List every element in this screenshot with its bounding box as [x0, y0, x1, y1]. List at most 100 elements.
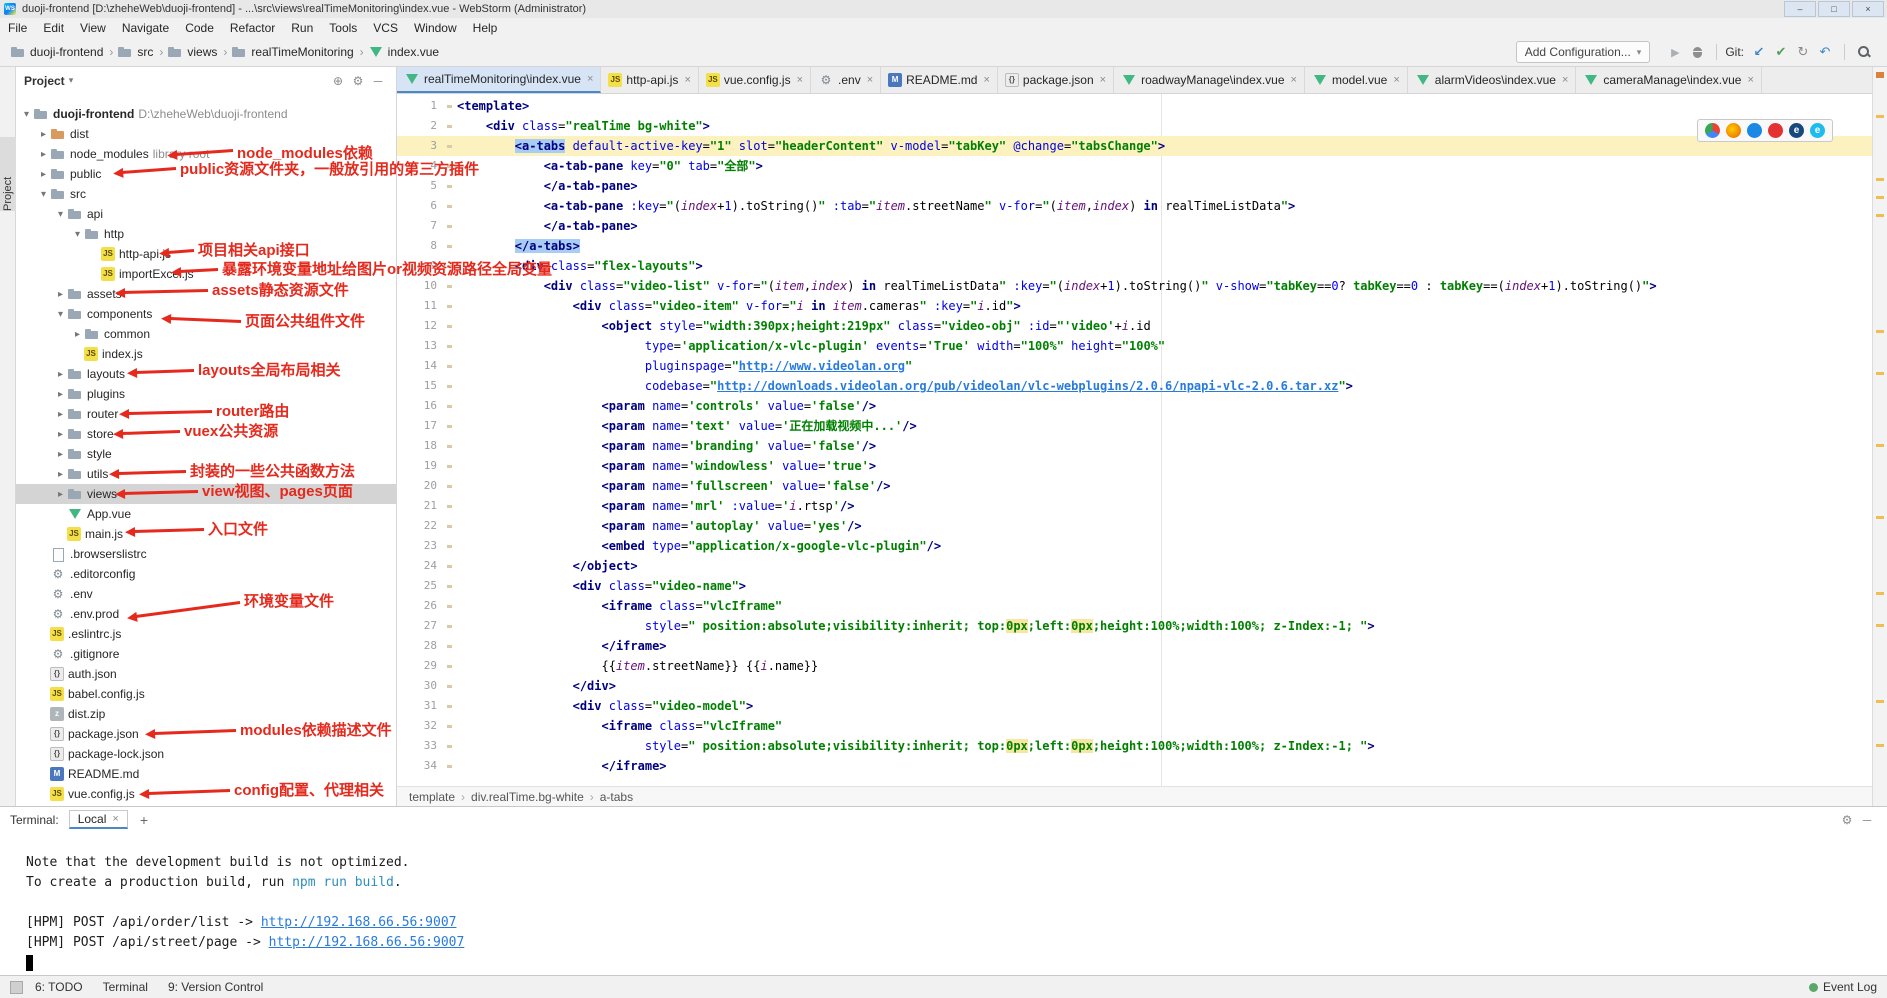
error-stripe-mark[interactable] [1876, 624, 1884, 627]
tool-window-button-project[interactable]: Project [0, 137, 16, 211]
close-tab-icon[interactable]: × [1562, 74, 1568, 86]
tree-expand-arrow-icon[interactable]: ▾ [37, 189, 50, 200]
tree-item-app-vue[interactable]: App.vue [16, 504, 396, 524]
error-stripe-mark[interactable] [1876, 516, 1884, 519]
tree-expand-arrow-icon[interactable]: ▸ [71, 329, 84, 340]
terminal-link[interactable]: http://192.168.66.56:9007 [261, 915, 457, 930]
error-stripe-mark[interactable] [1876, 744, 1884, 747]
error-stripe-mark[interactable] [1876, 444, 1884, 447]
settings-gear-icon[interactable]: ⚙ [348, 74, 368, 88]
editor-tab-alarmvideos-index-vue[interactable]: alarmVideos\index.vue× [1408, 67, 1577, 93]
menu-refactor[interactable]: Refactor [222, 18, 283, 38]
nav-crumb-index-vue[interactable]: index.vue [368, 44, 439, 60]
tree-expand-arrow-icon[interactable]: ▾ [20, 109, 33, 120]
menu-edit[interactable]: Edit [35, 18, 72, 38]
event-log-button[interactable]: Event Log [1809, 980, 1877, 994]
tree-expand-arrow-icon[interactable]: ▸ [37, 169, 50, 180]
firefox-icon[interactable] [1726, 123, 1741, 138]
tree-expand-arrow-icon[interactable]: ▸ [54, 489, 67, 500]
editor-tab-roadwaymanage-index-vue[interactable]: roadwayManage\index.vue× [1114, 67, 1305, 93]
tree-item-browserslistrc[interactable]: .browserslistrc [16, 544, 396, 564]
tree-item-env[interactable]: ⚙.env [16, 584, 396, 604]
code-editor[interactable]: 1<template>2 <div class="realTime bg-whi… [397, 94, 1872, 786]
tool-window-switcher-icon[interactable] [10, 981, 23, 994]
nav-crumb-views[interactable]: views [167, 44, 217, 60]
tree-expand-arrow-icon[interactable]: ▸ [37, 129, 50, 140]
tree-item-api[interactable]: ▾api [16, 204, 396, 224]
close-tab-icon[interactable]: × [867, 74, 873, 86]
nav-crumb-realtimemonitoring[interactable]: realTimeMonitoring [231, 44, 353, 60]
tree-item-plugins[interactable]: ▸plugins [16, 384, 396, 404]
tree-item-babel-config-js[interactable]: JSbabel.config.js [16, 684, 396, 704]
error-stripe-mark[interactable] [1876, 196, 1884, 199]
edge-icon[interactable]: e [1789, 123, 1804, 138]
git-history-icon[interactable]: ↻ [1792, 41, 1814, 63]
opera-icon[interactable] [1768, 123, 1783, 138]
error-stripe-mark[interactable] [1876, 372, 1884, 375]
close-tab-icon[interactable]: × [587, 73, 593, 85]
tree-expand-arrow-icon[interactable]: ▾ [54, 309, 67, 320]
tree-item-auth-json[interactable]: {}auth.json [16, 664, 396, 684]
error-stripe-mark[interactable] [1876, 700, 1884, 703]
status-item-6-todo[interactable]: 6: TODO [35, 980, 83, 994]
close-button[interactable]: × [1852, 1, 1884, 17]
close-tab-icon[interactable]: × [1100, 74, 1106, 86]
editor-crumb-div-realtime-bg-white[interactable]: div.realTime.bg-white [471, 790, 584, 804]
menu-help[interactable]: Help [465, 18, 506, 38]
editor-tab-http-api-js[interactable]: JShttp-api.js× [601, 67, 698, 93]
search-everywhere-icon[interactable] [1853, 41, 1875, 63]
menu-tools[interactable]: Tools [321, 18, 365, 38]
menu-run[interactable]: Run [283, 18, 321, 38]
tree-item-editorconfig[interactable]: ⚙.editorconfig [16, 564, 396, 584]
error-stripe-mark[interactable] [1876, 178, 1884, 181]
close-tab-icon[interactable]: × [684, 74, 690, 86]
hide-panel-icon[interactable]: ─ [368, 74, 388, 88]
tree-item-src[interactable]: ▾src [16, 184, 396, 204]
tree-expand-arrow-icon[interactable]: ▸ [54, 429, 67, 440]
tree-expand-arrow-icon[interactable]: ▸ [54, 469, 67, 480]
safari-icon[interactable] [1747, 123, 1762, 138]
close-tab-icon[interactable]: × [983, 74, 989, 86]
chrome-icon[interactable] [1705, 123, 1720, 138]
menu-navigate[interactable]: Navigate [114, 18, 177, 38]
close-terminal-tab-icon[interactable]: × [112, 813, 118, 825]
editor-crumb-a-tabs[interactable]: a-tabs [600, 790, 633, 804]
tree-expand-arrow-icon[interactable]: ▸ [54, 449, 67, 460]
close-tab-icon[interactable]: × [1393, 74, 1399, 86]
git-update-icon[interactable]: ↙ [1748, 41, 1770, 63]
tree-expand-arrow-icon[interactable]: ▾ [71, 229, 84, 240]
error-stripe[interactable] [1872, 67, 1887, 806]
close-tab-icon[interactable]: × [797, 74, 803, 86]
project-panel-title[interactable]: Project [24, 74, 65, 88]
nav-crumb-src[interactable]: src [117, 44, 153, 60]
tree-item-duoji-frontend[interactable]: ▾duoji-frontend D:\zheheWeb\duoji-fronte… [16, 104, 396, 124]
tree-expand-arrow-icon[interactable]: ▸ [37, 149, 50, 160]
editor-tab-cameramanage-index-vue[interactable]: cameraManage\index.vue× [1576, 67, 1762, 93]
menu-file[interactable]: File [0, 18, 35, 38]
error-stripe-mark[interactable] [1876, 330, 1884, 333]
menu-window[interactable]: Window [406, 18, 465, 38]
tree-expand-arrow-icon[interactable]: ▸ [54, 389, 67, 400]
tree-expand-arrow-icon[interactable]: ▾ [54, 209, 67, 220]
git-revert-icon[interactable]: ↶ [1814, 41, 1836, 63]
editor-crumb-template[interactable]: template [409, 790, 455, 804]
error-stripe-mark[interactable] [1876, 115, 1884, 118]
tree-expand-arrow-icon[interactable]: ▸ [54, 289, 67, 300]
editor-tab-model-vue[interactable]: model.vue× [1305, 67, 1408, 93]
status-item-terminal[interactable]: Terminal [103, 980, 148, 994]
maximize-button[interactable]: □ [1818, 1, 1850, 17]
ie-icon[interactable]: e [1810, 123, 1825, 138]
debug-icon[interactable] [1686, 41, 1708, 63]
locate-file-icon[interactable]: ⊕ [328, 74, 348, 88]
tree-item-main-js[interactable]: JSmain.js [16, 524, 396, 544]
add-configuration-button[interactable]: Add Configuration... ▾ [1516, 41, 1651, 63]
menu-code[interactable]: Code [177, 18, 222, 38]
editor-tab-vue-config-js[interactable]: JSvue.config.js× [699, 67, 811, 93]
git-commit-icon[interactable]: ✔ [1770, 41, 1792, 63]
error-stripe-mark[interactable] [1876, 592, 1884, 595]
run-icon[interactable]: ▶ [1664, 41, 1686, 63]
terminal-link[interactable]: http://192.168.66.56:9007 [269, 935, 465, 950]
tree-expand-arrow-icon[interactable]: ▸ [54, 369, 67, 380]
editor-tab-env[interactable]: ⚙.env× [811, 67, 881, 93]
inspection-indicator[interactable] [1876, 72, 1884, 78]
